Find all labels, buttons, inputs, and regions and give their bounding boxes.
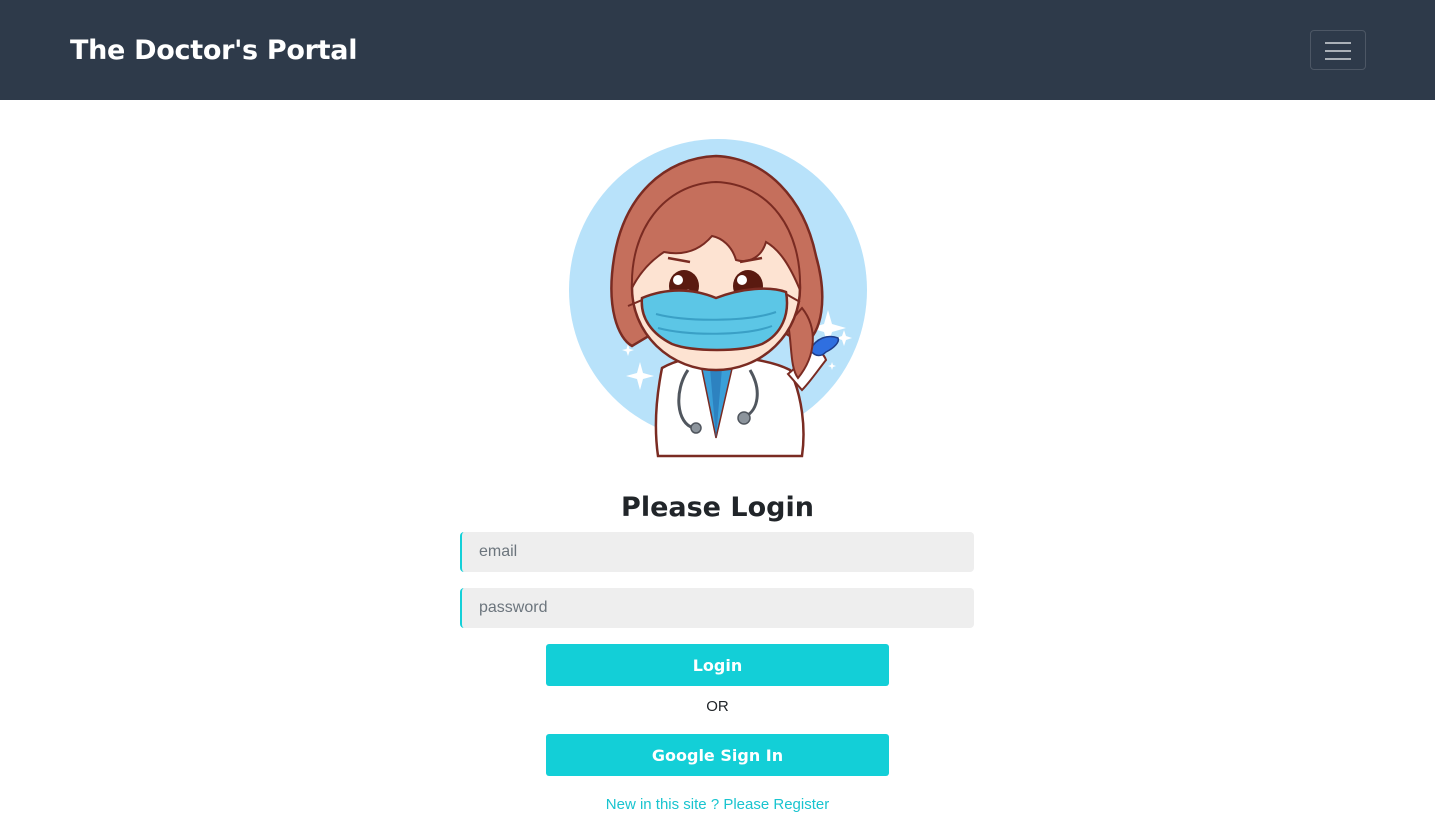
email-field[interactable]: [460, 532, 974, 572]
doctor-illustration: [569, 139, 867, 458]
hamburger-menu-icon: [1325, 42, 1351, 60]
password-field[interactable]: [460, 588, 974, 628]
brand-link[interactable]: The Doctor's Portal: [70, 33, 357, 69]
or-divider: OR: [706, 698, 729, 715]
navbar-toggler-button[interactable]: [1310, 30, 1366, 70]
page-title: Please Login: [621, 492, 814, 523]
google-sign-in-button[interactable]: Google Sign In: [546, 734, 889, 776]
login-button[interactable]: Login: [546, 644, 889, 686]
register-paragraph: New in this site ? Please Register: [0, 795, 1435, 815]
register-link[interactable]: New in this site ? Please Register: [606, 796, 829, 813]
navbar: The Doctor's Portal: [0, 0, 1435, 100]
